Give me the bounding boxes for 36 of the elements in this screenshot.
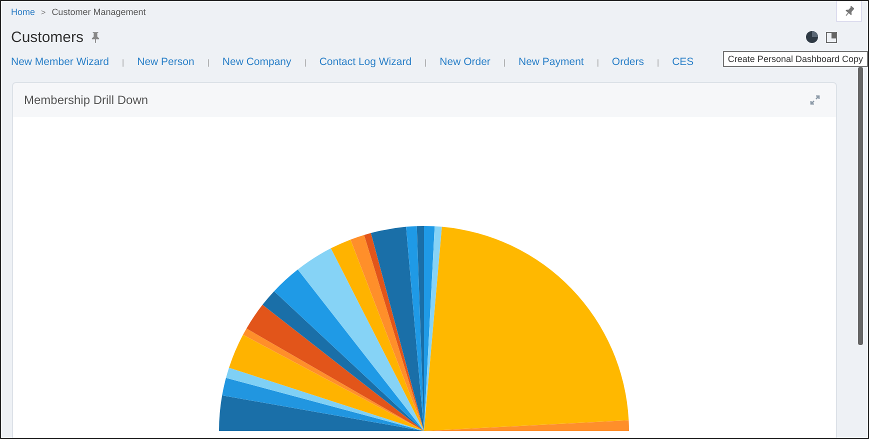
pin-icon	[844, 6, 854, 16]
pie-slice[interactable]	[222, 378, 424, 431]
tooltip: Create Personal Dashboard Copy	[722, 51, 868, 67]
pin-button[interactable]	[836, 1, 862, 22]
expand-icon[interactable]	[810, 95, 820, 105]
pie-slice[interactable]	[226, 368, 424, 431]
link-separator: |	[207, 58, 210, 66]
link-separator: |	[657, 58, 660, 66]
breadcrumb-separator: >	[41, 8, 46, 16]
action-link[interactable]: New Company	[222, 56, 292, 68]
link-separator: |	[503, 58, 506, 66]
pie-slice[interactable]	[424, 226, 442, 431]
link-separator: |	[304, 58, 306, 66]
breadcrumb-current: Customer Management	[52, 7, 146, 17]
action-link[interactable]: New Person	[137, 56, 194, 68]
layout-icon[interactable]	[826, 32, 837, 42]
breadcrumb-link[interactable]: Home	[11, 7, 36, 17]
card-title: Membership Drill Down	[24, 93, 148, 107]
pie-slice[interactable]	[350, 235, 424, 431]
pie-slice[interactable]	[330, 240, 424, 431]
pin-icon[interactable]	[90, 32, 100, 42]
pie-slice[interactable]	[424, 226, 629, 431]
link-separator: |	[596, 58, 599, 66]
action-link[interactable]: CES	[672, 56, 694, 68]
action-link[interactable]: New Member Wizard	[11, 56, 110, 68]
link-separator: |	[122, 58, 124, 66]
scrollbar-thumb[interactable]	[858, 67, 862, 345]
action-link[interactable]: New Payment	[518, 56, 584, 68]
action-link[interactable]: Orders	[612, 56, 644, 68]
pie-slice[interactable]	[246, 304, 424, 431]
action-link[interactable]: Contact Log Wizard	[319, 56, 412, 68]
pie-chart-icon[interactable]	[806, 31, 818, 43]
link-separator: |	[424, 58, 427, 66]
page-title: Customers	[11, 28, 84, 46]
pie-slice[interactable]	[406, 226, 424, 431]
action-link[interactable]: New Order	[440, 56, 490, 68]
